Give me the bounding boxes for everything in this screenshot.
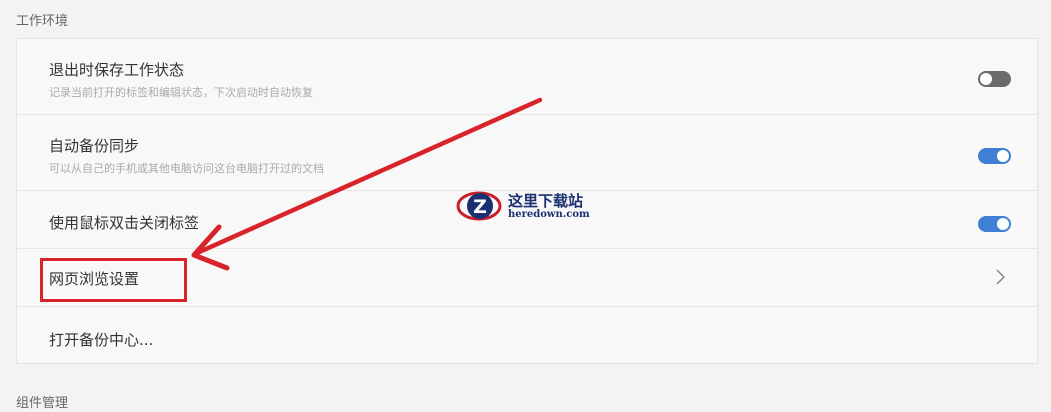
watermark-emblem-icon: Z — [456, 191, 502, 221]
setting-row-backup-center[interactable]: 打开备份中心... — [17, 307, 1037, 365]
svg-text:Z: Z — [473, 196, 487, 218]
setting-title: 退出时保存工作状态 — [49, 61, 185, 79]
save-state-toggle[interactable] — [978, 71, 1011, 87]
watermark-domain: heredown.com — [508, 209, 590, 220]
double-click-close-toggle[interactable] — [978, 216, 1011, 232]
watermark-logo: Z 这里下载站 heredown.com — [456, 186, 606, 226]
setting-row-auto-backup[interactable]: 自动备份同步 可以从自己的手机或其他电脑访问这台电脑打开过的文档 — [17, 115, 1037, 191]
setting-title: 使用鼠标双击关闭标签 — [49, 214, 200, 232]
setting-title: 自动备份同步 — [49, 137, 140, 155]
watermark-name: 这里下载站 — [508, 192, 584, 210]
setting-description: 可以从自己的手机或其他电脑访问这台电脑打开过的文档 — [49, 162, 324, 175]
toggle-knob — [997, 150, 1009, 162]
auto-backup-toggle[interactable] — [978, 148, 1011, 164]
chevron-right-icon[interactable] — [996, 269, 1005, 285]
annotation-highlight-box — [40, 258, 187, 302]
toggle-knob — [997, 218, 1009, 230]
setting-title: 打开备份中心... — [49, 331, 154, 349]
section-title-components: 组件管理 — [16, 396, 69, 411]
setting-description: 记录当前打开的标签和编辑状态，下次启动时自动恢复 — [49, 86, 313, 99]
setting-row-save-state[interactable]: 退出时保存工作状态 记录当前打开的标签和编辑状态，下次启动时自动恢复 — [17, 39, 1037, 115]
toggle-knob — [980, 73, 992, 85]
section-title-workspace: 工作环境 — [16, 14, 69, 29]
